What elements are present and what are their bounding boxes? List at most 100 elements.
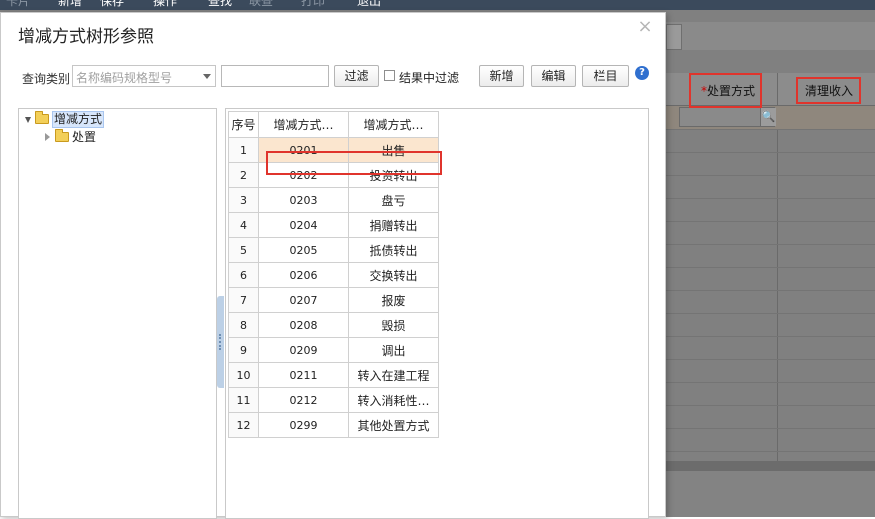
row-code[interactable]: 0206 xyxy=(258,262,349,288)
grid-row-line xyxy=(666,336,875,337)
table-row[interactable]: 11 0212 转入消耗性… xyxy=(228,387,439,413)
row-code[interactable]: 0212 xyxy=(258,387,349,413)
row-code[interactable]: 0299 xyxy=(258,412,349,438)
row-name[interactable]: 毁损 xyxy=(348,312,439,338)
table-row[interactable]: 9 0209 调出 xyxy=(228,337,439,363)
close-icon[interactable]: × xyxy=(637,18,653,36)
menu-card[interactable]: 卡片 xyxy=(6,0,30,8)
row-name[interactable]: 调出 xyxy=(348,337,439,363)
row-index: 6 xyxy=(228,262,259,288)
grid-row-line xyxy=(666,313,875,314)
category-tree: 增减方式 处置 xyxy=(18,108,217,519)
grid-row-line xyxy=(666,428,875,429)
table-row[interactable]: 10 0211 转入在建工程 xyxy=(228,362,439,388)
column-header-name[interactable]: 增减方式… xyxy=(348,111,439,138)
row-code[interactable]: 0207 xyxy=(258,287,349,313)
query-category-select[interactable]: 名称编码规格型号 xyxy=(72,65,216,87)
row-name[interactable]: 捐赠转出 xyxy=(348,212,439,238)
column-header-clearing-income[interactable]: 清理收入 xyxy=(805,82,853,99)
query-category-value: 名称编码规格型号 xyxy=(76,71,173,85)
row-code[interactable]: 0203 xyxy=(258,187,349,213)
tree-node-label[interactable]: 处置 xyxy=(72,129,96,146)
grid-row-line xyxy=(666,129,875,130)
filter-in-results-checkbox[interactable] xyxy=(384,70,395,81)
row-name[interactable]: 盘亏 xyxy=(348,187,439,213)
row-name[interactable]: 交换转出 xyxy=(348,262,439,288)
row-index: 8 xyxy=(228,312,259,338)
reference-dialog: 增减方式树形参照 × 查询类别 名称编码规格型号 过滤 结果中过滤 新增 编辑 … xyxy=(0,12,666,519)
table-row[interactable]: 3 0203 盘亏 xyxy=(228,187,439,213)
filter-in-results-label: 结果中过滤 xyxy=(399,71,460,85)
background-footer xyxy=(666,471,875,517)
query-text-input[interactable] xyxy=(221,65,329,87)
tree-node-disposal[interactable]: 处置 xyxy=(45,129,145,146)
row-index: 7 xyxy=(228,287,259,313)
menu-exit[interactable]: 退出 xyxy=(357,0,381,8)
grid-row-line xyxy=(666,198,875,199)
edit-button[interactable]: 编辑 xyxy=(531,65,576,87)
reference-table-panel: 序号 增减方式… 增减方式… 1 0201 出售 2 0202 投资转出 3 0… xyxy=(225,108,649,519)
grid-row-line xyxy=(666,152,875,153)
row-name[interactable]: 报废 xyxy=(348,287,439,313)
row-index: 3 xyxy=(228,187,259,213)
row-name[interactable]: 转入在建工程 xyxy=(348,362,439,388)
table-row[interactable]: 6 0206 交换转出 xyxy=(228,262,439,288)
filter-button[interactable]: 过滤 xyxy=(334,65,379,87)
table-header-row: 序号 增减方式… 增减方式… xyxy=(228,111,439,138)
tree-node-root[interactable]: 增减方式 xyxy=(25,111,145,128)
grid-row-line xyxy=(666,405,875,406)
table-row[interactable]: 5 0205 抵债转出 xyxy=(228,237,439,263)
chevron-down-icon xyxy=(203,74,211,79)
row-index: 2 xyxy=(228,162,259,188)
column-header-index[interactable]: 序号 xyxy=(228,111,259,138)
menu-print[interactable]: 打印 xyxy=(301,0,325,8)
dialog-title: 增减方式树形参照 xyxy=(18,27,154,47)
menubar: 卡片 新增 保存 操作 查找 联查 打印 退出 xyxy=(0,0,875,10)
background-dropdown[interactable] xyxy=(666,24,682,50)
row-name[interactable]: 转入消耗性… xyxy=(348,387,439,413)
grid-row-line xyxy=(666,451,875,452)
tree-node-label[interactable]: 增减方式 xyxy=(52,111,105,128)
row-code[interactable]: 0205 xyxy=(258,237,349,263)
row-code[interactable]: 0211 xyxy=(258,362,349,388)
table-row[interactable]: 4 0204 捐赠转出 xyxy=(228,212,439,238)
row-code[interactable]: 0208 xyxy=(258,312,349,338)
highlight-box xyxy=(266,151,442,175)
row-name[interactable]: 抵债转出 xyxy=(348,237,439,263)
row-index: 1 xyxy=(228,137,259,163)
help-icon[interactable]: ? xyxy=(635,66,649,80)
add-button[interactable]: 新增 xyxy=(479,65,524,87)
tree-collapse-icon[interactable] xyxy=(45,133,50,141)
row-code[interactable]: 0209 xyxy=(258,337,349,363)
background-toolbar xyxy=(666,22,875,50)
table-row[interactable]: 7 0207 报废 xyxy=(228,287,439,313)
row-index: 4 xyxy=(228,212,259,238)
search-icon[interactable]: 🔍 xyxy=(760,108,776,126)
row-index: 5 xyxy=(228,237,259,263)
grid-row-line xyxy=(666,221,875,222)
grid-row-line xyxy=(666,175,875,176)
menu-new[interactable]: 新增 xyxy=(58,0,82,8)
grid-row-line xyxy=(666,359,875,360)
tree-expand-icon[interactable] xyxy=(25,117,31,123)
menu-action[interactable]: 操作 xyxy=(153,0,177,8)
menu-save[interactable]: 保存 xyxy=(100,0,124,8)
column-header-code[interactable]: 增减方式… xyxy=(258,111,349,138)
query-category-label: 查询类别 xyxy=(22,72,71,86)
folder-icon xyxy=(35,111,49,124)
menu-link[interactable]: 联查 xyxy=(249,0,273,8)
row-code[interactable]: 0204 xyxy=(258,212,349,238)
menu-find[interactable]: 查找 xyxy=(208,0,232,8)
panel-splitter-handle[interactable] xyxy=(217,296,224,388)
row-index: 11 xyxy=(228,387,259,413)
grid-row-line xyxy=(666,244,875,245)
table-row[interactable]: 8 0208 毁损 xyxy=(228,312,439,338)
row-name[interactable]: 其他处置方式 xyxy=(348,412,439,438)
background-scrollbar[interactable] xyxy=(666,461,875,471)
table-row[interactable]: 12 0299 其他处置方式 xyxy=(228,412,439,438)
grid-row-line xyxy=(666,382,875,383)
columns-button[interactable]: 栏目 xyxy=(582,65,629,87)
folder-icon xyxy=(55,129,69,142)
grid-row-line xyxy=(666,290,875,291)
column-header-disposal-method[interactable]: *处置方式 xyxy=(701,82,755,99)
